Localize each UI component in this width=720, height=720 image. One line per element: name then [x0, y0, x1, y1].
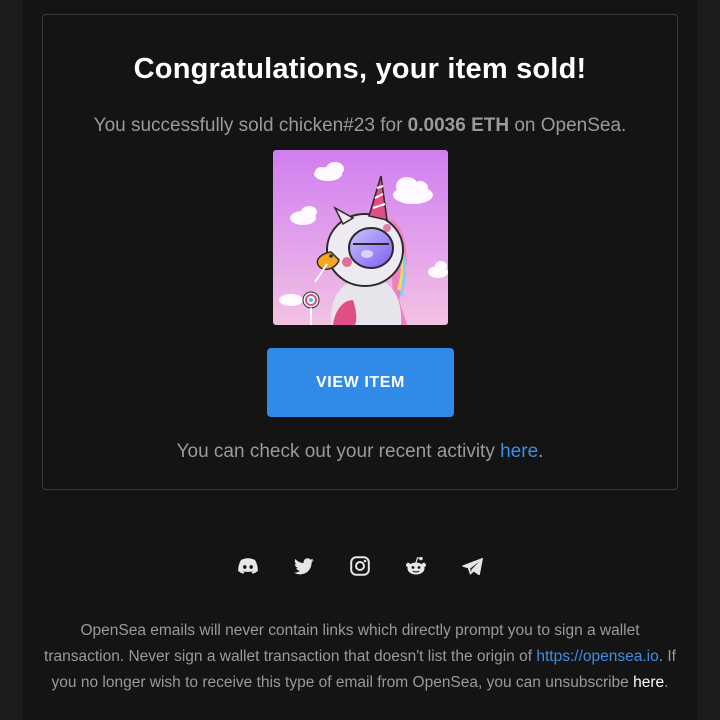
opensea-origin-link[interactable]: https://opensea.io [536, 648, 658, 665]
telegram-link[interactable] [444, 553, 500, 579]
email-view: Congratulations, your item sold! You suc… [0, 0, 720, 720]
sale-card: Congratulations, your item sold! You suc… [42, 14, 678, 490]
nft-artwork [273, 150, 448, 325]
discord-link[interactable] [220, 553, 276, 579]
sold-message: You successfully sold chicken#23 for 0.0… [43, 115, 677, 137]
footer-disclaimer: OpenSea emails will never contain links … [43, 618, 677, 696]
social-links [23, 553, 697, 579]
card-title: Congratulations, your item sold! [133, 53, 587, 85]
instagram-icon [350, 556, 370, 576]
footer-text-part-3: . [664, 674, 669, 691]
unsubscribe-link[interactable]: here [633, 674, 664, 691]
nft-image[interactable] [273, 150, 448, 325]
reddit-icon [406, 556, 426, 575]
email-body: Congratulations, your item sold! You suc… [23, 0, 697, 720]
instagram-link[interactable] [332, 553, 388, 579]
activity-message: You can check out your recent activity h… [43, 441, 677, 463]
telegram-icon [461, 557, 483, 575]
activity-message-prefix: You can check out your recent activity [176, 441, 501, 462]
activity-message-suffix: . [538, 441, 544, 462]
twitter-link[interactable] [276, 553, 332, 579]
sold-price: 0.0036 ETH [407, 115, 510, 136]
sold-message-suffix: on OpenSea. [509, 115, 627, 136]
view-item-button[interactable]: VIEW ITEM [267, 348, 454, 417]
discord-icon [238, 558, 258, 574]
reddit-link[interactable] [388, 553, 444, 579]
twitter-icon [294, 557, 314, 574]
sold-message-prefix: You successfully sold chicken#23 for [93, 115, 408, 136]
activity-here-link[interactable]: here [500, 441, 538, 462]
